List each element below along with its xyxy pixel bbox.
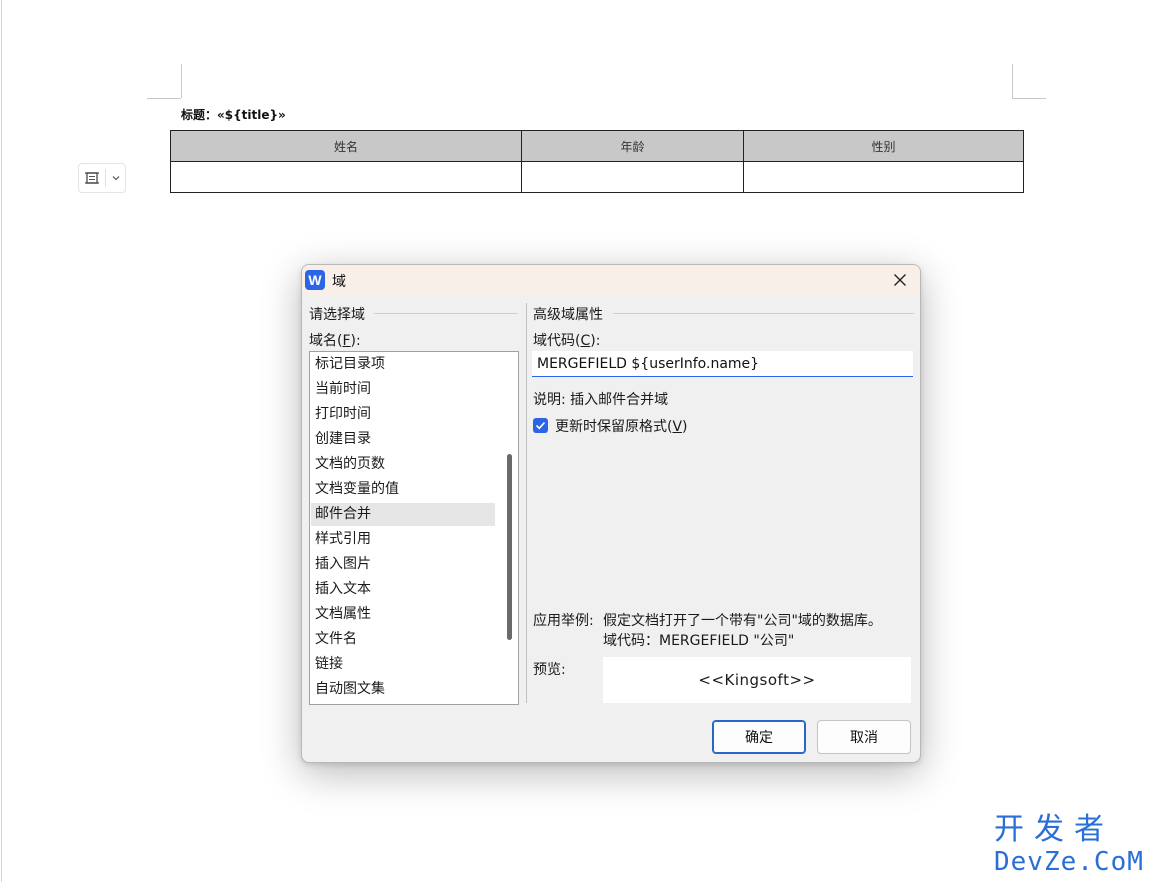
table-cell[interactable] xyxy=(743,161,1024,193)
field-code-label: 域代码(C): xyxy=(533,333,601,349)
list-scrollbar[interactable] xyxy=(507,454,512,640)
advanced-properties-label: 高级域属性 xyxy=(533,307,603,323)
table-header-row: 姓名 年龄 性别 xyxy=(170,130,1024,162)
list-item[interactable]: 文档的页数 xyxy=(311,453,495,476)
list-item[interactable]: 打印时间 xyxy=(311,403,495,426)
cancel-button[interactable]: 取消 xyxy=(817,720,911,754)
table-header-cell[interactable]: 性别 xyxy=(743,130,1024,162)
field-code-input[interactable] xyxy=(532,351,913,377)
list-item[interactable]: 文档变量的值 xyxy=(311,478,495,501)
dialog-titlebar[interactable]: W 域 xyxy=(302,265,920,295)
list-item[interactable]: 当前时间 xyxy=(311,378,495,401)
table-cell[interactable] xyxy=(170,161,522,193)
wps-writer-icon: W xyxy=(305,270,325,290)
select-field-group-label: 请选择域 xyxy=(309,307,365,323)
site-watermark: 开发者 DevZe.CoM xyxy=(994,812,1144,876)
example-description: 假定文档打开了一个带有"公司"域的数据库。 xyxy=(603,613,882,629)
table-header-cell[interactable]: 年龄 xyxy=(521,130,744,162)
list-item-selected[interactable]: 邮件合并 xyxy=(311,503,495,526)
preserve-format-checkbox[interactable] xyxy=(533,418,548,433)
page-left-edge xyxy=(1,0,2,882)
list-item[interactable]: 创建目录 xyxy=(311,428,495,451)
table-header-cell[interactable]: 姓名 xyxy=(170,130,522,162)
list-item[interactable]: 插入图片 xyxy=(311,553,495,576)
preserve-format-label[interactable]: 更新时保留原格式(V) xyxy=(555,416,688,436)
preview-box: <<Kingsoft>> xyxy=(603,657,911,703)
list-item[interactable]: 文档属性 xyxy=(311,603,495,626)
chevron-down-icon[interactable] xyxy=(106,173,125,183)
document-table[interactable]: 姓名 年龄 性别 xyxy=(170,130,1024,193)
list-item[interactable]: 链接 xyxy=(311,653,495,676)
table-row xyxy=(170,161,1024,193)
example-code: 域代码：MERGEFIELD "公司" xyxy=(603,633,795,649)
checkmark-icon xyxy=(535,421,546,430)
field-description: 说明: 插入邮件合并域 xyxy=(533,392,669,408)
list-item[interactable]: 文件名 xyxy=(311,628,495,651)
ok-button[interactable]: 确定 xyxy=(712,720,806,754)
right-group-line xyxy=(613,313,914,314)
example-label: 应用举例: xyxy=(533,613,594,629)
table-layout-button[interactable] xyxy=(78,163,126,193)
document-title-line[interactable]: 标题：«${title}» xyxy=(181,106,286,123)
watermark-line2: DevZe.CoM xyxy=(994,847,1144,877)
table-cell[interactable] xyxy=(521,161,744,193)
field-names-label: 域名(F): xyxy=(309,333,361,349)
list-item[interactable]: 标记目录项 xyxy=(311,353,495,376)
margin-corner-top-left-h xyxy=(147,98,181,99)
preview-label: 预览: xyxy=(533,662,566,678)
group-divider xyxy=(526,303,527,703)
table-layout-icon xyxy=(79,165,105,191)
list-item[interactable]: 插入文本 xyxy=(311,578,495,601)
left-group-line xyxy=(374,313,518,314)
margin-corner-top-right xyxy=(1012,64,1013,98)
dialog-title: 域 xyxy=(332,274,346,290)
close-icon xyxy=(894,274,906,286)
margin-corner-top-left xyxy=(181,64,182,98)
watermark-line1: 开发者 xyxy=(994,812,1114,847)
field-dialog: W 域 请选择域 域名(F): 标记目录项 当前时间 打印时间 创建目录 文档的… xyxy=(301,264,921,763)
margin-corner-top-right-h xyxy=(1012,98,1046,99)
list-item[interactable]: 自动图文集 xyxy=(311,678,495,701)
close-button[interactable] xyxy=(880,265,920,295)
field-names-list[interactable]: 标记目录项 当前时间 打印时间 创建目录 文档的页数 文档变量的值 邮件合并 样… xyxy=(309,351,519,705)
list-item[interactable]: 样式引用 xyxy=(311,528,495,551)
